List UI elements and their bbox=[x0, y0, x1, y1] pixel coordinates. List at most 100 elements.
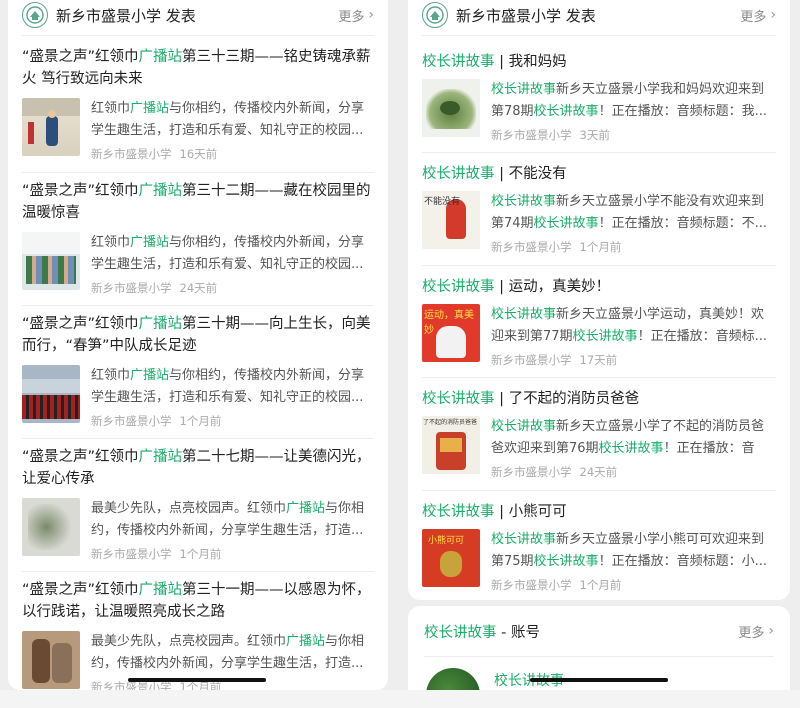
story-time: 24天前 bbox=[579, 465, 618, 479]
story-meta: 新乡市盛景小学 3天前 bbox=[491, 127, 776, 143]
story-time: 1个月前 bbox=[579, 578, 622, 592]
article-thumbnail[interactable] bbox=[22, 365, 80, 423]
article-thumbnail[interactable] bbox=[22, 232, 80, 290]
story-tag: 校长讲故事 bbox=[422, 54, 495, 70]
account-publisher-label: 新乡市盛景小学 发表 bbox=[456, 6, 596, 25]
story-tag: 校长讲故事 bbox=[422, 279, 495, 295]
chevron-right-icon: › bbox=[368, 7, 374, 23]
story-meta: 新乡市盛景小学 17天前 bbox=[491, 352, 776, 368]
story-item[interactable]: 校长讲故事 | 不能没有 不能没有 校长讲故事新乡天立盛景小学不能没有欢迎来到第74… bbox=[422, 162, 776, 255]
left-panel-header: 新乡市盛景小学 发表 更多 › bbox=[8, 0, 388, 30]
article-title-prefix: “盛景之声”红领巾 bbox=[22, 449, 139, 465]
summary-highlight: 校长讲故事 bbox=[598, 441, 664, 456]
article-item[interactable]: “盛景之声”红领巾广播站第三十一期——以感恩为怀，以行践诺，让温暖照亮成长之路最… bbox=[22, 579, 374, 690]
summary-suffix: ！正在播放：音频标题：不... bbox=[598, 216, 767, 231]
story-cover[interactable]: 了不起的消防员爸爸 bbox=[422, 416, 480, 474]
article-title[interactable]: “盛景之声”红领巾广播站第三十期——向上生长，向美而行，“春笋”中队成长足迹 bbox=[22, 313, 374, 357]
account-section-title-highlight: 校长讲故事 bbox=[424, 624, 497, 641]
story-cover[interactable] bbox=[422, 79, 480, 137]
story-title[interactable]: 校长讲故事 | 小熊可可 bbox=[422, 500, 776, 521]
story-summary: 校长讲故事新乡天立盛景小学我和妈妈欢迎来到第78期校长讲故事！正在播放：音频标题… bbox=[491, 79, 776, 123]
story-meta: 新乡市盛景小学 24天前 bbox=[491, 464, 776, 480]
article-source: 新乡市盛景小学 bbox=[91, 547, 172, 561]
article-title[interactable]: “盛景之声”红领巾广播站第三十一期——以感恩为怀，以行践诺，让温暖照亮成长之路 bbox=[22, 579, 374, 623]
story-item[interactable]: 校长讲故事 | 小熊可可 小熊可可 校长讲故事新乡天立盛景小学小熊可可欢迎来到第75… bbox=[422, 500, 776, 593]
summary-suffix: ！正在播放：音频标题：我... bbox=[598, 104, 767, 119]
summary-highlight: 广播站 bbox=[286, 634, 326, 649]
story-item[interactable]: 校长讲故事 | 运动，真美妙！ 运动，真美妙 校长讲故事新乡天立盛景小学运动，真美妙… bbox=[422, 275, 776, 368]
article-item[interactable]: “盛景之声”红领巾广播站第三十三期——铭史铸魂承薪火 笃行致远向未来 红领巾广播站… bbox=[22, 46, 374, 162]
article-thumbnail[interactable] bbox=[22, 498, 80, 556]
cover-caption: 运动，真美妙 bbox=[424, 310, 474, 336]
summary-highlight: 校长讲故事 bbox=[533, 554, 599, 569]
article-title-prefix: “盛景之声”红领巾 bbox=[22, 49, 139, 65]
summary-highlight: 校长讲故事 bbox=[533, 216, 599, 231]
school-logo-icon bbox=[22, 2, 48, 28]
divider bbox=[22, 172, 374, 173]
article-summary: 最美少先队，点亮校园声。红领巾广播站与你相约，传播校内外新闻，分享学生趣生活，打… bbox=[91, 498, 374, 542]
article-title-prefix: “盛景之声”红领巾 bbox=[22, 582, 139, 598]
article-thumbnail[interactable] bbox=[22, 631, 80, 689]
article-title[interactable]: “盛景之声”红领巾广播站第三十二期——藏在校园里的温暖惊喜 bbox=[22, 180, 374, 224]
account-publisher-label: 新乡市盛景小学 发表 bbox=[56, 6, 196, 25]
left-article-list: 新乡市盛景小学 发表 更多 › “盛景之声”红领巾广播站第三十三期——铭史铸魂承薪… bbox=[8, 0, 388, 690]
article-item[interactable]: “盛景之声”红领巾广播站第三十期——向上生长，向美而行，“春笋”中队成长足迹红领… bbox=[22, 313, 374, 429]
story-source: 新乡市盛景小学 bbox=[491, 128, 572, 142]
story-summary: 校长讲故事新乡天立盛景小学不能没有欢迎来到第74期校长讲故事！正在播放：音频标题… bbox=[491, 191, 776, 235]
summary-prefix: 红领巾 bbox=[91, 235, 131, 250]
divider bbox=[422, 35, 776, 36]
story-meta: 新乡市盛景小学 1个月前 bbox=[491, 239, 776, 255]
summary-highlight: 广播站 bbox=[130, 101, 170, 116]
story-source: 新乡市盛景小学 bbox=[491, 578, 572, 592]
story-item[interactable]: 校长讲故事 | 我和妈妈校长讲故事新乡天立盛景小学我和妈妈欢迎来到第78期校长讲… bbox=[422, 50, 776, 143]
article-source: 新乡市盛景小学 bbox=[91, 281, 172, 295]
divider bbox=[422, 265, 776, 266]
story-source: 新乡市盛景小学 bbox=[491, 353, 572, 367]
article-time: 24天前 bbox=[179, 281, 218, 295]
summary-suffix: ！正在播放：音频标... bbox=[637, 329, 767, 344]
more-link[interactable]: 更多 › bbox=[740, 6, 776, 25]
story-title[interactable]: 校长讲故事 | 运动，真美妙！ bbox=[422, 275, 776, 296]
summary-highlight: 校长讲故事 bbox=[491, 82, 557, 97]
home-indicator bbox=[530, 678, 668, 682]
divider bbox=[22, 35, 374, 36]
account-section-title: 校长讲故事 - 账号 bbox=[424, 621, 738, 642]
story-title-text: | 了不起的消防员爸爸 bbox=[494, 391, 640, 407]
story-time: 3天前 bbox=[579, 128, 610, 142]
article-title[interactable]: “盛景之声”红领巾广播站第三十三期——铭史铸魂承薪火 笃行致远向未来 bbox=[22, 46, 374, 90]
article-meta: 新乡市盛景小学 1个月前 bbox=[91, 546, 374, 562]
summary-suffix: ！正在播放：音频标题：小... bbox=[598, 554, 767, 569]
story-cover[interactable]: 小熊可可 bbox=[422, 529, 480, 587]
story-cover[interactable]: 运动，真美妙 bbox=[422, 304, 480, 362]
story-item[interactable]: 校长讲故事 | 了不起的消防员爸爸 了不起的消防员爸爸 校长讲故事新乡天立盛景小学了… bbox=[422, 387, 776, 480]
story-meta: 新乡市盛景小学 1个月前 bbox=[491, 577, 776, 593]
summary-prefix: 红领巾 bbox=[91, 368, 131, 383]
more-link[interactable]: 更多 › bbox=[338, 6, 374, 25]
story-cover[interactable]: 不能没有 bbox=[422, 191, 480, 249]
article-item[interactable]: “盛景之声”红领巾广播站第二十七期——让美德闪光，让爱心传承最美少先队，点亮校园… bbox=[22, 446, 374, 562]
summary-highlight: 校长讲故事 bbox=[491, 419, 557, 434]
article-thumbnail[interactable] bbox=[22, 98, 80, 156]
more-link[interactable]: 更多 › bbox=[738, 622, 774, 641]
article-item[interactable]: “盛景之声”红领巾广播站第三十二期——藏在校园里的温暖惊喜 红领巾广播站与你相约，… bbox=[22, 180, 374, 296]
article-meta: 新乡市盛景小学 1个月前 bbox=[91, 413, 374, 429]
story-summary: 校长讲故事新乡天立盛景小学了不起的消防员爸爸欢迎来到第76期校长讲故事！正在播放… bbox=[491, 416, 776, 460]
summary-highlight: 校长讲故事 bbox=[572, 329, 638, 344]
school-logo-icon bbox=[422, 2, 448, 28]
story-title[interactable]: 校长讲故事 | 了不起的消防员爸爸 bbox=[422, 387, 776, 408]
summary-highlight: 广播站 bbox=[130, 368, 170, 383]
bottom-strip bbox=[0, 690, 800, 708]
story-title[interactable]: 校长讲故事 | 我和妈妈 bbox=[422, 50, 776, 71]
story-title[interactable]: 校长讲故事 | 不能没有 bbox=[422, 162, 776, 183]
article-title-prefix: “盛景之声”红领巾 bbox=[22, 183, 139, 199]
story-title-text: | 运动，真美妙！ bbox=[494, 279, 611, 295]
article-title-highlight: 广播站 bbox=[138, 449, 183, 465]
article-source: 新乡市盛景小学 bbox=[91, 147, 172, 161]
account-section-header: 校长讲故事 - 账号 更多 › bbox=[408, 606, 790, 656]
article-title-highlight: 广播站 bbox=[138, 582, 183, 598]
article-title[interactable]: “盛景之声”红领巾广播站第二十七期——让美德闪光，让爱心传承 bbox=[22, 446, 374, 490]
article-title-highlight: 广播站 bbox=[138, 316, 183, 332]
summary-highlight: 广播站 bbox=[130, 235, 170, 250]
story-title-text: | 不能没有 bbox=[494, 166, 567, 182]
account-section-title-suffix: - 账号 bbox=[496, 624, 540, 641]
